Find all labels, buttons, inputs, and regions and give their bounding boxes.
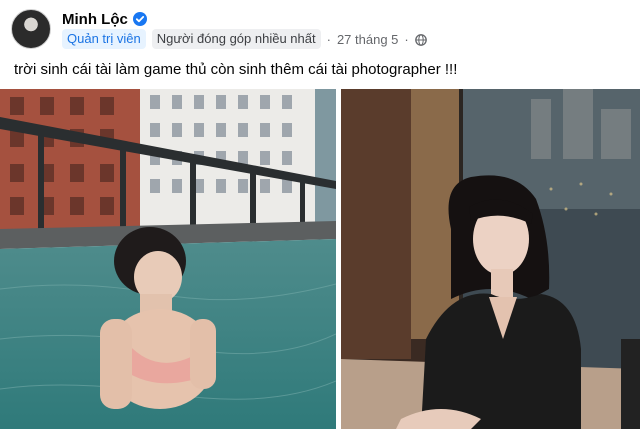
verified-badge-icon [132, 12, 147, 26]
author-row: Minh Lộc [62, 9, 147, 29]
post-header: Minh Lộc Quản trị viên Người đóng góp nh… [0, 0, 640, 56]
globe-icon [414, 33, 427, 46]
meta-separator: · [326, 31, 331, 47]
post-text: trời sinh cái tài làm game thủ còn sinh … [14, 61, 458, 78]
hotel-window-photo[interactable] [341, 89, 640, 429]
photo-gallery [0, 89, 640, 429]
admin-badge[interactable]: Quản trị viên [62, 29, 146, 49]
meta-separator-2: · [404, 31, 409, 47]
rooftop-pool-photo[interactable] [0, 89, 336, 429]
author-avatar[interactable] [11, 9, 51, 49]
author-name[interactable]: Minh Lộc [62, 11, 128, 28]
post-meta: Quản trị viên Người đóng góp nhiều nhất … [62, 29, 427, 49]
post-timestamp[interactable]: 27 tháng 5 [337, 32, 398, 47]
top-contributor-badge[interactable]: Người đóng góp nhiều nhất [151, 29, 321, 49]
